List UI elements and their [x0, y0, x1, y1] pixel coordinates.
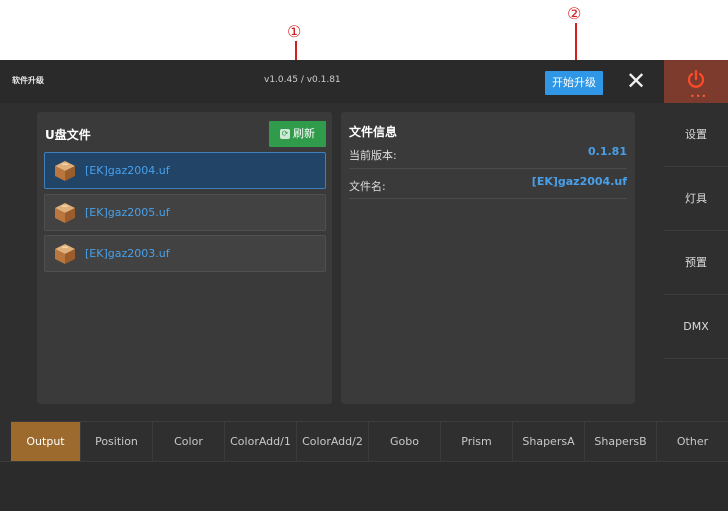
- tab-position[interactable]: Position: [81, 422, 153, 462]
- tab-shapers-a[interactable]: ShapersA: [513, 422, 585, 462]
- tab-shapers-b[interactable]: ShapersB: [585, 422, 657, 462]
- close-icon[interactable]: ✕: [623, 68, 649, 94]
- package-icon: [55, 203, 75, 223]
- file-item[interactable]: [EK]gaz2005.uf: [44, 194, 326, 231]
- side-item-dmx[interactable]: DMX: [664, 295, 728, 359]
- refresh-button[interactable]: ⟳ 刷新: [269, 121, 326, 147]
- power-button[interactable]: •••: [664, 60, 728, 103]
- side-item-presets[interactable]: 预置: [664, 231, 728, 295]
- refresh-label: 刷新: [293, 127, 315, 140]
- current-version-value: 0.1.81: [588, 145, 627, 158]
- filename-value: [EK]gaz2004.uf: [531, 175, 627, 188]
- tab-other[interactable]: Other: [657, 422, 728, 462]
- annotation-2: ②: [567, 4, 582, 23]
- power-dots: •••: [690, 92, 708, 101]
- filename-label: 文件名:: [349, 180, 386, 193]
- file-name: [EK]gaz2004.uf: [85, 164, 170, 177]
- usb-files-title: U盘文件: [45, 128, 91, 142]
- file-info-title: 文件信息: [349, 125, 398, 139]
- bottom-panel: [0, 461, 728, 511]
- file-info-panel: 文件信息 当前版本: 0.1.81 文件名: [EK]gaz2004.uf: [341, 112, 635, 404]
- file-item[interactable]: [EK]gaz2003.uf: [44, 235, 326, 272]
- tab-output[interactable]: Output: [11, 422, 81, 462]
- tab-coloradd-2[interactable]: ColorAdd/2: [297, 422, 369, 462]
- tab-color[interactable]: Color: [153, 422, 225, 462]
- bottom-tabs: Output Position Color ColorAdd/1 ColorAd…: [11, 421, 728, 462]
- refresh-icon: ⟳: [280, 129, 290, 139]
- start-upgrade-button[interactable]: 开始升级: [545, 71, 603, 95]
- annotation-2-line: [575, 23, 577, 64]
- tab-prism[interactable]: Prism: [441, 422, 513, 462]
- package-icon: [55, 161, 75, 181]
- top-bar: 软件升级 v1.0.45 / v0.1.81 开始升级 ✕: [0, 60, 664, 103]
- page-title: 软件升级: [12, 76, 44, 85]
- app-window: 软件升级 v1.0.45 / v0.1.81 开始升级 ✕ ••• 设置 灯具 …: [0, 60, 728, 511]
- version-label: v1.0.45 / v0.1.81: [264, 75, 341, 85]
- divider: [349, 168, 627, 169]
- package-icon: [55, 244, 75, 264]
- side-item-fixtures[interactable]: 灯具: [664, 167, 728, 231]
- file-name: [EK]gaz2005.uf: [85, 206, 170, 219]
- power-icon: [687, 69, 705, 88]
- file-name: [EK]gaz2003.uf: [85, 247, 170, 260]
- divider: [349, 198, 627, 199]
- tab-gobo[interactable]: Gobo: [369, 422, 441, 462]
- usb-files-panel: U盘文件 ⟳刷新 [EK]gaz2004.uf [EK]gaz2005.uf: [37, 112, 332, 404]
- file-item[interactable]: [EK]gaz2004.uf: [44, 152, 326, 189]
- current-version-label: 当前版本:: [349, 149, 397, 162]
- tab-coloradd-1[interactable]: ColorAdd/1: [225, 422, 297, 462]
- annotation-1: ①: [287, 22, 302, 41]
- side-menu: 设置 灯具 预置 DMX: [664, 103, 728, 420]
- side-item-settings[interactable]: 设置: [664, 103, 728, 167]
